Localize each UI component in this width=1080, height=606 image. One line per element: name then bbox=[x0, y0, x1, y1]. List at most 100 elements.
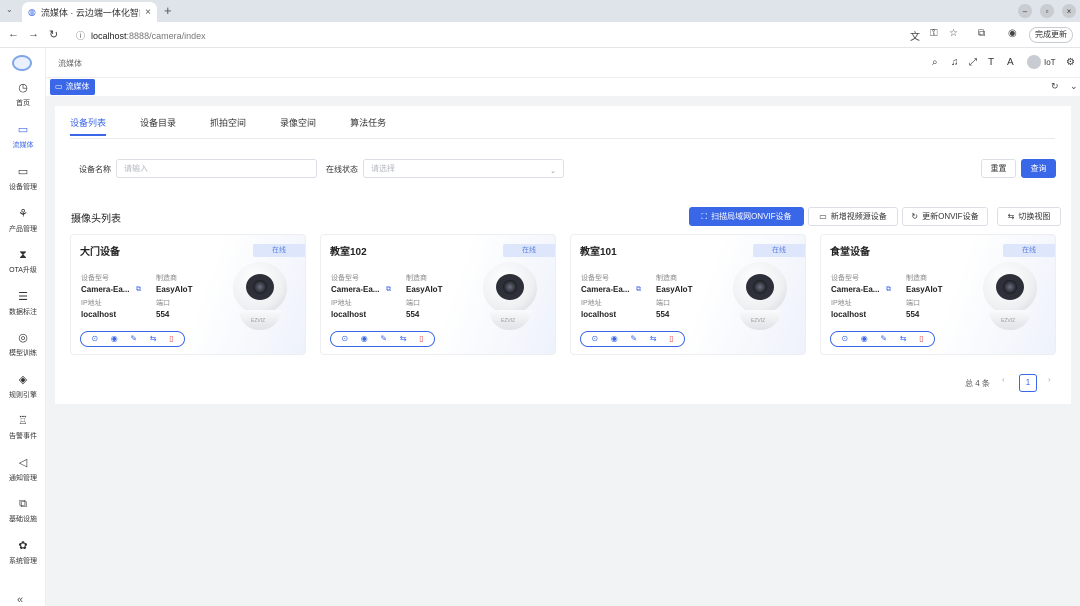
tab-close-icon[interactable]: × bbox=[145, 7, 151, 18]
minimize-icon[interactable]: – bbox=[1018, 4, 1032, 18]
url-field[interactable]: ⓘ localhost:8888/camera/index bbox=[76, 29, 206, 42]
profile-icon[interactable]: ◉ bbox=[1008, 28, 1017, 39]
switch-icon[interactable]: ⇆ bbox=[400, 335, 407, 343]
maximize-icon[interactable]: ▫ bbox=[1040, 4, 1054, 18]
switch-view-button[interactable]: ⇆ 切换视图 bbox=[997, 207, 1061, 226]
switch-icon[interactable]: ⇆ bbox=[650, 335, 657, 343]
extensions-icon[interactable]: ⧉ bbox=[978, 28, 985, 39]
reload-icon[interactable]: ↻ bbox=[49, 28, 58, 41]
refresh-icon[interactable]: ↻ bbox=[1051, 81, 1059, 92]
camera-card[interactable]: 教室102 在线 设备型号 制造商 Camera-Ea... ⧉ EasyAIo… bbox=[320, 234, 556, 355]
copy-icon[interactable]: ⧉ bbox=[136, 286, 141, 294]
page-1-button[interactable]: 1 bbox=[1019, 374, 1037, 392]
translate-icon[interactable]: 文 bbox=[910, 28, 920, 43]
font-size-icon[interactable]: T bbox=[988, 57, 994, 68]
port-value: 554 bbox=[656, 310, 670, 319]
sidebar-item-notify[interactable]: ◁ 通知管理 bbox=[0, 452, 46, 488]
language-icon[interactable]: A bbox=[1007, 57, 1014, 68]
user-name[interactable]: IoT bbox=[1044, 58, 1056, 67]
forward-icon[interactable]: → bbox=[28, 28, 39, 40]
tab-device-directory[interactable]: 设备目录 bbox=[140, 116, 176, 136]
search-icon[interactable]: ⌕ bbox=[932, 57, 938, 68]
sidebar-item-label: OTA升级 bbox=[9, 266, 37, 274]
prev-page-icon[interactable]: ‹ bbox=[1002, 375, 1005, 384]
play-icon[interactable]: ⊙ bbox=[841, 335, 848, 343]
reset-button[interactable]: 重置 bbox=[981, 159, 1016, 178]
camera-card[interactable]: 大门设备 在线 设备型号 制造商 Camera-Ea... ⧉ EasyAIoT… bbox=[70, 234, 306, 355]
sidebar-item-devices[interactable]: ▭ 设备管理 bbox=[0, 161, 46, 197]
delete-icon[interactable]: ▯ bbox=[419, 335, 423, 343]
tab-recording-space[interactable]: 录像空间 bbox=[280, 116, 316, 136]
sidebar-item-labeling[interactable]: ☰ 数据标注 bbox=[0, 286, 46, 322]
copy-icon[interactable]: ⧉ bbox=[386, 286, 391, 294]
sidebar-item-home[interactable]: ◷ 首页 bbox=[0, 77, 46, 113]
browser-tab-title: 流媒体 · 云边端一体化智能 bbox=[40, 7, 141, 18]
scan-onvif-button[interactable]: ⛶ 扫描局域网ONVIF设备 bbox=[689, 207, 804, 226]
update-button[interactable]: 完成更新 bbox=[1029, 27, 1073, 43]
avatar[interactable] bbox=[1027, 55, 1041, 69]
tab-device-list[interactable]: 设备列表 bbox=[70, 116, 107, 136]
app-logo bbox=[12, 55, 32, 71]
tab-algorithm-tasks[interactable]: 算法任务 bbox=[350, 116, 386, 136]
copy-icon[interactable]: ⧉ bbox=[886, 286, 891, 294]
sidebar: ◷ 首页 ▭ 流媒体 ▭ 设备管理 ⚘ 产品管理 ⧗ OTA升级 ☰ 数据标注 ◎ 模型训练 … bbox=[0, 48, 46, 606]
tag-streaming[interactable]: ▭ 流媒体 bbox=[50, 79, 95, 95]
chevron-down-icon[interactable]: ⌄ bbox=[1070, 81, 1078, 92]
sidebar-item-training[interactable]: ◎ 模型训练 bbox=[0, 327, 46, 363]
site-info-icon[interactable]: ⓘ bbox=[76, 29, 85, 42]
update-onvif-button[interactable]: ↻ 更新ONVIF设备 bbox=[902, 207, 988, 226]
camera-card[interactable]: 食堂设备 在线 设备型号 制造商 Camera-Ea... ⧉ EasyAIoT… bbox=[820, 234, 1056, 355]
view-icon[interactable]: ◉ bbox=[111, 335, 118, 343]
play-icon[interactable]: ⊙ bbox=[91, 335, 98, 343]
delete-icon[interactable]: ▯ bbox=[169, 335, 173, 343]
camera-brand: EZVIZ bbox=[1001, 318, 1016, 324]
play-icon[interactable]: ⊙ bbox=[591, 335, 598, 343]
new-tab-icon[interactable]: + bbox=[164, 3, 172, 18]
status-badge: 在线 bbox=[253, 244, 305, 257]
tab-search-icon[interactable]: ⌄ bbox=[6, 5, 13, 14]
switch-icon[interactable]: ⇆ bbox=[900, 335, 907, 343]
bookmark-star-icon[interactable]: ☆ bbox=[949, 28, 958, 39]
status-label: 在线状态 bbox=[326, 165, 358, 174]
edit-icon[interactable]: ✎ bbox=[130, 335, 137, 343]
update-onvif-label: 更新ONVIF设备 bbox=[922, 212, 979, 221]
status-select[interactable]: 请选择 ⌄ bbox=[363, 159, 564, 178]
switch-icon[interactable]: ⇆ bbox=[150, 335, 157, 343]
close-window-icon[interactable]: × bbox=[1062, 4, 1076, 18]
camera-brand: EZVIZ bbox=[751, 318, 766, 324]
sidebar-item-products[interactable]: ⚘ 产品管理 bbox=[0, 203, 46, 239]
query-button[interactable]: 查询 bbox=[1021, 159, 1056, 178]
play-icon[interactable]: ⊙ bbox=[341, 335, 348, 343]
password-key-icon[interactable]: ⚿ bbox=[930, 28, 938, 39]
delete-icon[interactable]: ▯ bbox=[919, 335, 923, 343]
edit-icon[interactable]: ✎ bbox=[880, 335, 887, 343]
back-icon[interactable]: ← bbox=[8, 28, 19, 40]
add-source-button[interactable]: ▭ 新增视频源设备 bbox=[808, 207, 898, 226]
section-title: 摄像头列表 bbox=[71, 214, 121, 225]
tab-snapshot-space[interactable]: 抓拍空间 bbox=[210, 116, 246, 136]
view-icon[interactable]: ◉ bbox=[861, 335, 868, 343]
camera-card[interactable]: 教室101 在线 设备型号 制造商 Camera-Ea... ⧉ EasyAIo… bbox=[570, 234, 806, 355]
ip-value: localhost bbox=[831, 310, 867, 319]
view-icon[interactable]: ◉ bbox=[361, 335, 368, 343]
sidebar-item-rules[interactable]: ◈ 规则引擎 bbox=[0, 369, 46, 405]
status-badge: 在线 bbox=[1003, 244, 1055, 257]
collapse-sidebar-icon[interactable]: « bbox=[17, 594, 23, 606]
delete-icon[interactable]: ▯ bbox=[669, 335, 673, 343]
edit-icon[interactable]: ✎ bbox=[380, 335, 387, 343]
browser-tab[interactable]: ◍ 流媒体 · 云边端一体化智能 × bbox=[22, 2, 157, 22]
sidebar-item-system[interactable]: ✿ 系统管理 bbox=[0, 535, 46, 571]
fullscreen-icon[interactable]: ⤢ bbox=[969, 57, 977, 68]
browser-tabstrip: ⌄ ◍ 流媒体 · 云边端一体化智能 × + – ▫ × bbox=[0, 0, 1080, 22]
bell-icon[interactable]: ♫ bbox=[951, 57, 959, 68]
next-page-icon[interactable]: › bbox=[1048, 375, 1051, 384]
sidebar-item-infra[interactable]: ⧉ 基础设施 bbox=[0, 493, 46, 529]
settings-icon[interactable]: ⚙ bbox=[1066, 57, 1075, 68]
view-icon[interactable]: ◉ bbox=[611, 335, 618, 343]
sidebar-item-alarms[interactable]: ♖ 告警事件 bbox=[0, 410, 46, 446]
copy-icon[interactable]: ⧉ bbox=[636, 286, 641, 294]
sidebar-item-streaming[interactable]: ▭ 流媒体 bbox=[0, 119, 46, 155]
sidebar-item-ota[interactable]: ⧗ OTA升级 bbox=[0, 244, 46, 280]
edit-icon[interactable]: ✎ bbox=[630, 335, 637, 343]
device-name-input[interactable]: 请输入 bbox=[116, 159, 317, 178]
